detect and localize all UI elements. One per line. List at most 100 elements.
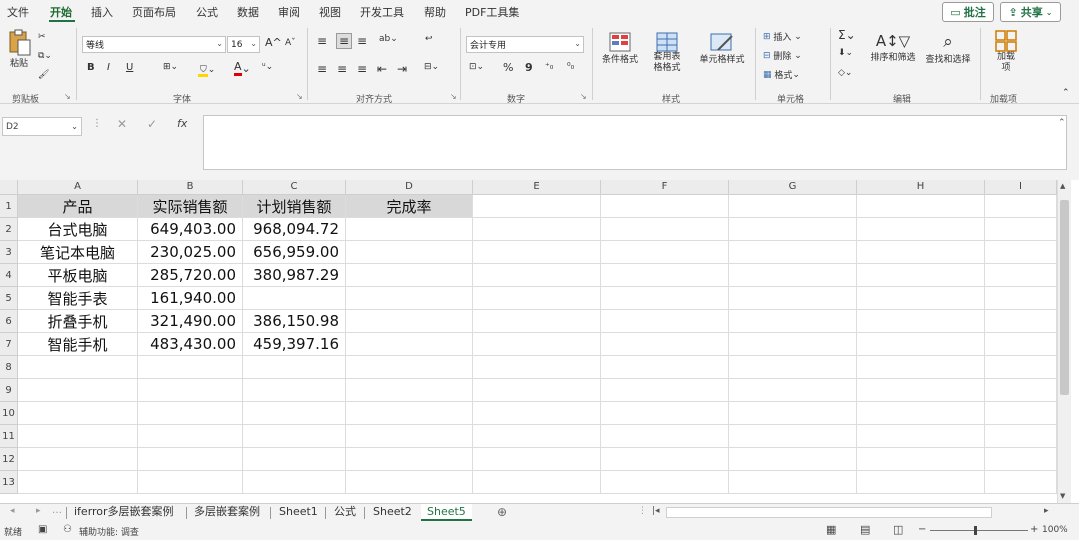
- clipboard-expander-icon[interactable]: ↘: [64, 92, 71, 101]
- cell-c3[interactable]: 656,959.00: [243, 241, 346, 264]
- cell-h6[interactable]: [857, 310, 985, 333]
- row-header-9[interactable]: 9: [0, 379, 18, 402]
- cell-f8[interactable]: [601, 356, 729, 379]
- cell-d7[interactable]: [346, 333, 473, 356]
- cell-i7[interactable]: [985, 333, 1057, 356]
- align-left-icon[interactable]: ≡: [317, 62, 327, 76]
- cell-d9[interactable]: [346, 379, 473, 402]
- row-header-5[interactable]: 5: [0, 287, 18, 310]
- row-header-11[interactable]: 11: [0, 425, 18, 448]
- cell-c1[interactable]: 计划销售额: [243, 195, 346, 218]
- row-header-10[interactable]: 10: [0, 402, 18, 425]
- cell-g13[interactable]: [729, 471, 857, 494]
- expand-formula-icon[interactable]: ⌃: [1058, 118, 1066, 128]
- cell-i1[interactable]: [985, 195, 1057, 218]
- cell-f5[interactable]: [601, 287, 729, 310]
- cell-i12[interactable]: [985, 448, 1057, 471]
- tab-formula[interactable]: 公式: [328, 504, 362, 521]
- cell-g12[interactable]: [729, 448, 857, 471]
- cell-g10[interactable]: [729, 402, 857, 425]
- zoom-in-icon[interactable]: +: [1030, 524, 1038, 535]
- cell-i10[interactable]: [985, 402, 1057, 425]
- cell-i9[interactable]: [985, 379, 1057, 402]
- cell-g7[interactable]: [729, 333, 857, 356]
- row-header-2[interactable]: 2: [0, 218, 18, 241]
- percent-button[interactable]: %: [503, 61, 513, 74]
- cell-g8[interactable]: [729, 356, 857, 379]
- cell-b11[interactable]: [138, 425, 243, 448]
- scroll-thumb[interactable]: [1060, 200, 1069, 395]
- cell-b1[interactable]: 实际销售额: [138, 195, 243, 218]
- normal-view-icon[interactable]: ▦: [826, 523, 836, 536]
- find-select-button[interactable]: ⌕ 查找和选择: [920, 32, 976, 65]
- cell-h2[interactable]: [857, 218, 985, 241]
- cell-e6[interactable]: [473, 310, 601, 333]
- cell-e10[interactable]: [473, 402, 601, 425]
- cell-e5[interactable]: [473, 287, 601, 310]
- collapse-ribbon-icon[interactable]: ⌃: [1062, 88, 1070, 98]
- cell-d13[interactable]: [346, 471, 473, 494]
- cell-f11[interactable]: [601, 425, 729, 448]
- cell-c13[interactable]: [243, 471, 346, 494]
- cell-a5[interactable]: 智能手表: [18, 287, 138, 310]
- row-header-13[interactable]: 13: [0, 471, 18, 494]
- row-header-4[interactable]: 4: [0, 264, 18, 287]
- cell-a11[interactable]: [18, 425, 138, 448]
- cell-h8[interactable]: [857, 356, 985, 379]
- sort-filter-button[interactable]: A↕▽ 排序和筛选: [866, 32, 920, 63]
- cell-f2[interactable]: [601, 218, 729, 241]
- cell-c11[interactable]: [243, 425, 346, 448]
- cell-f6[interactable]: [601, 310, 729, 333]
- cell-e13[interactable]: [473, 471, 601, 494]
- col-header-c[interactable]: C: [243, 180, 346, 195]
- comment-button[interactable]: ▭ 批注: [942, 2, 994, 22]
- zoom-slider[interactable]: [930, 530, 1028, 531]
- cell-d10[interactable]: [346, 402, 473, 425]
- cell-c12[interactable]: [243, 448, 346, 471]
- cell-b5[interactable]: 161,940.00: [138, 287, 243, 310]
- cell-g2[interactable]: [729, 218, 857, 241]
- phonetic-icon[interactable]: ᵘ⌄: [262, 62, 273, 72]
- cell-h1[interactable]: [857, 195, 985, 218]
- row-header-7[interactable]: 7: [0, 333, 18, 356]
- align-bottom-icon[interactable]: ≡: [357, 34, 367, 48]
- cell-h3[interactable]: [857, 241, 985, 264]
- cell-i4[interactable]: [985, 264, 1057, 287]
- cell-h7[interactable]: [857, 333, 985, 356]
- tab-ifERROR[interactable]: iferror多层嵌套案例: [68, 504, 180, 521]
- insert-function-button[interactable]: fx: [177, 117, 187, 130]
- cell-e7[interactable]: [473, 333, 601, 356]
- tab-nested[interactable]: 多层嵌套案例: [188, 504, 266, 521]
- col-header-i[interactable]: I: [985, 180, 1057, 195]
- wrap-text-icon[interactable]: ↩: [425, 34, 433, 44]
- scroll-up-icon[interactable]: ▲: [1060, 182, 1065, 190]
- cell-e11[interactable]: [473, 425, 601, 448]
- formula-input[interactable]: [203, 115, 1067, 170]
- menu-file[interactable]: 文件: [7, 4, 29, 20]
- tab-sheet5[interactable]: Sheet5: [421, 504, 472, 521]
- zoom-level[interactable]: 100%: [1042, 525, 1068, 535]
- cell-f1[interactable]: [601, 195, 729, 218]
- page-break-icon[interactable]: ◫: [893, 523, 903, 536]
- cell-b2[interactable]: 649,403.00: [138, 218, 243, 241]
- cell-a4[interactable]: 平板电脑: [18, 264, 138, 287]
- addins-button[interactable]: 加载项: [988, 30, 1024, 74]
- cell-e3[interactable]: [473, 241, 601, 264]
- number-format-select[interactable]: 会计专用 ⌄: [466, 36, 584, 53]
- cell-g4[interactable]: [729, 264, 857, 287]
- cell-a13[interactable]: [18, 471, 138, 494]
- cell-d11[interactable]: [346, 425, 473, 448]
- align-top-icon[interactable]: ≡: [317, 34, 327, 48]
- cell-d2[interactable]: [346, 218, 473, 241]
- font-name-select[interactable]: 等线 ⌄: [82, 36, 226, 53]
- align-right-icon[interactable]: ≡: [357, 62, 367, 76]
- cell-f13[interactable]: [601, 471, 729, 494]
- cell-b13[interactable]: [138, 471, 243, 494]
- cell-b3[interactable]: 230,025.00: [138, 241, 243, 264]
- cell-g1[interactable]: [729, 195, 857, 218]
- col-header-a[interactable]: A: [18, 180, 138, 195]
- vertical-scrollbar[interactable]: ▲ ▼: [1057, 180, 1071, 503]
- cell-styles-button[interactable]: 单元格样式: [694, 32, 750, 65]
- cut-icon[interactable]: ✂: [38, 32, 46, 42]
- cell-e4[interactable]: [473, 264, 601, 287]
